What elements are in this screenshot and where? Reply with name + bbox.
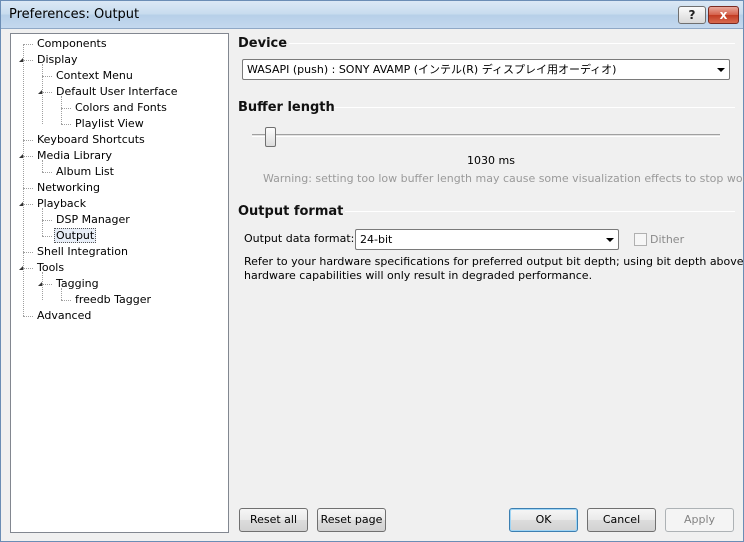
tree-connector <box>61 108 71 109</box>
reset-all-button[interactable]: Reset all <box>239 508 308 532</box>
close-button[interactable]: x <box>708 6 739 24</box>
tree-item[interactable]: Advanced <box>35 308 93 324</box>
tree-connector <box>42 160 43 172</box>
output-format-note-line1: Refer to your hardware specifications fo… <box>244 255 744 268</box>
tree-item[interactable]: Colors and Fonts <box>73 100 169 116</box>
tree-item[interactable]: Networking <box>35 180 102 196</box>
tree-item-label: Context Menu <box>56 69 133 82</box>
tree-connector <box>42 92 52 93</box>
tree-item-label: Networking <box>37 181 100 194</box>
output-format-value: 24-bit <box>360 233 393 246</box>
tree-item-label: DSP Manager <box>56 213 130 226</box>
buffer-value: 1030 ms <box>467 154 515 167</box>
tree-connector <box>42 172 52 173</box>
tree-item[interactable]: Default User Interface <box>54 84 180 100</box>
buffer-slider-track[interactable] <box>252 134 720 137</box>
buffer-slider-thumb[interactable] <box>265 127 276 147</box>
tree-item[interactable]: DSP Manager <box>54 212 132 228</box>
device-heading: Device <box>238 36 288 51</box>
tree-item[interactable]: Keyboard Shortcuts <box>35 132 147 148</box>
tree-item-label: Playlist View <box>75 117 144 130</box>
preferences-tree[interactable]: Components Display Context Menu Default Use… <box>10 33 229 533</box>
title-bar: Preferences: Output ? x <box>1 1 743 29</box>
tree-connector <box>61 300 71 301</box>
tree-item-label: Keyboard Shortcuts <box>37 133 145 146</box>
tree-connector <box>42 236 52 237</box>
dither-checkbox[interactable] <box>634 233 647 246</box>
tree-item-label: Default User Interface <box>56 85 178 98</box>
tree-connector <box>42 64 43 124</box>
tree-item-label: Output <box>54 228 97 243</box>
output-format-note-line2: hardware capabilities will only result i… <box>244 269 593 282</box>
device-select[interactable]: WASAPI (push) : SONY AVAMP (インテル(R) ディスプ… <box>242 59 730 80</box>
tree-connector <box>23 252 33 253</box>
tree-connector <box>23 156 33 157</box>
tree-connector <box>42 208 43 236</box>
tree-connector <box>23 316 33 317</box>
tree-item-label: freedb Tagger <box>75 293 152 306</box>
device-select-value: WASAPI (push) : SONY AVAMP (インテル(R) ディスプ… <box>247 63 617 76</box>
buffer-divider <box>334 107 735 108</box>
tree-connector <box>42 220 52 221</box>
device-divider <box>289 43 735 44</box>
tree-connector <box>42 272 43 300</box>
tree-connector <box>61 124 71 125</box>
chevron-down-icon <box>606 238 614 242</box>
tree-connector <box>23 188 33 189</box>
tree-item-label: Advanced <box>37 309 92 322</box>
tree-item[interactable]: Output <box>54 228 97 244</box>
help-button[interactable]: ? <box>678 6 706 24</box>
buffer-warning: Warning: setting too low buffer length m… <box>263 172 744 185</box>
output-format-divider <box>345 211 735 212</box>
tree-item-label: Media Library <box>37 149 112 162</box>
chevron-down-icon <box>717 68 725 72</box>
tree-connector <box>23 44 24 316</box>
reset-page-button[interactable]: Reset page <box>317 508 386 532</box>
tree-item[interactable]: Playlist View <box>73 116 146 132</box>
tree-connector <box>23 268 33 269</box>
window-title: Preferences: Output <box>9 7 140 22</box>
apply-button[interactable]: Apply <box>665 508 734 532</box>
tree-item[interactable]: freedb Tagger <box>73 292 153 308</box>
tree-item[interactable]: Media Library <box>35 148 114 164</box>
tree-item-label: Album List <box>56 165 114 178</box>
tree-item[interactable]: Context Menu <box>54 68 135 84</box>
tree-item-label: Colors and Fonts <box>75 101 167 114</box>
ok-button[interactable]: OK <box>509 508 578 532</box>
tree-connector <box>23 44 33 45</box>
preferences-window: Preferences: Output ? x Components Displa… <box>0 0 744 542</box>
tree-item[interactable]: Shell Integration <box>35 244 130 260</box>
tree-connector <box>23 60 33 61</box>
tree-item[interactable]: Album List <box>54 164 116 180</box>
output-format-heading: Output format <box>238 204 344 219</box>
tree-connector <box>23 204 33 205</box>
tree-connector <box>61 96 62 124</box>
output-format-label: Output data format: <box>244 232 355 245</box>
tree-connector <box>42 76 52 77</box>
buffer-heading: Buffer length <box>238 100 335 115</box>
cancel-button[interactable]: Cancel <box>587 508 656 532</box>
tree-connector <box>42 284 52 285</box>
tree-item-label: Shell Integration <box>37 245 128 258</box>
dither-label: Dither <box>650 233 685 246</box>
tree-item-label: Tools <box>37 261 65 274</box>
tree-item[interactable]: Tools <box>35 260 66 276</box>
tree-item[interactable]: Components <box>35 36 109 52</box>
tree-connector <box>23 140 33 141</box>
tree-item-label: Components <box>37 37 107 50</box>
output-format-select[interactable]: 24-bit <box>355 229 619 250</box>
tree-connector <box>61 288 62 300</box>
